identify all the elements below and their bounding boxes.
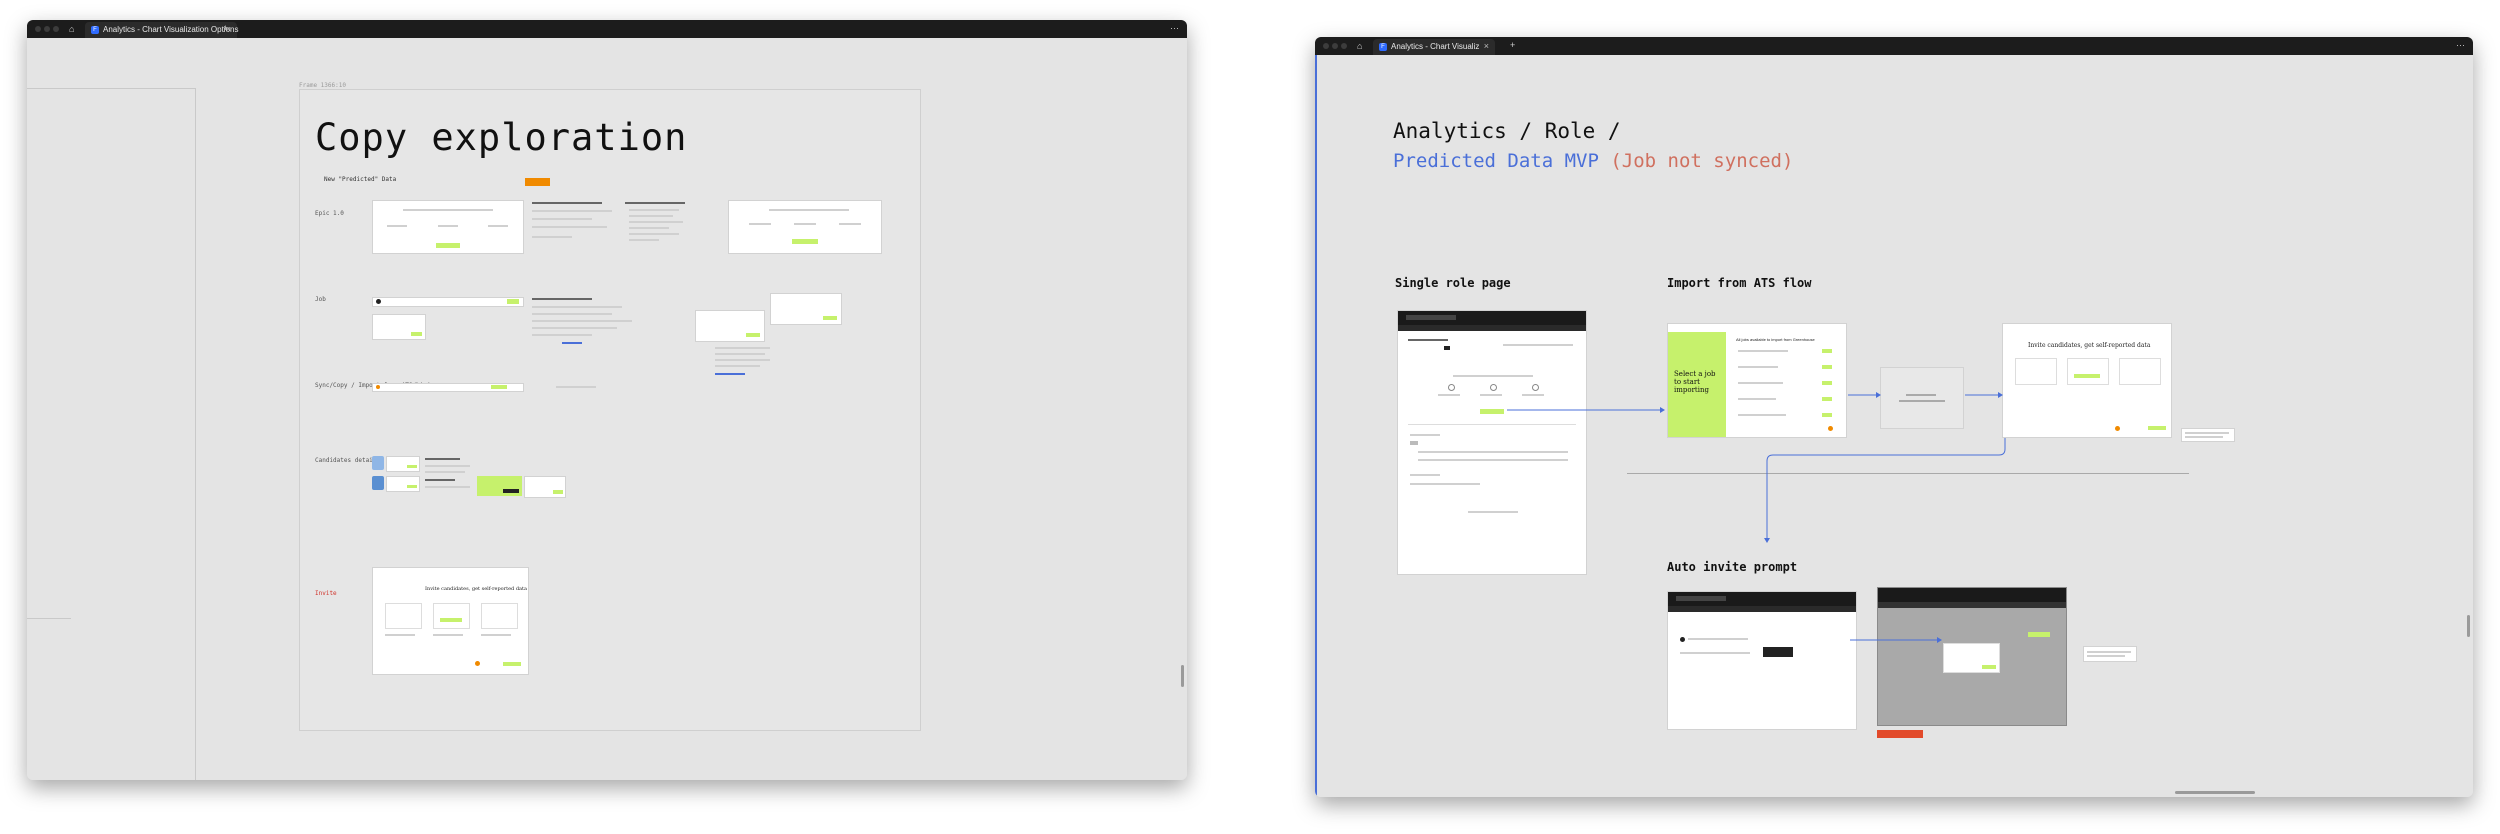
new-tab-button[interactable]: + xyxy=(1510,40,1515,50)
candidate-notes xyxy=(425,458,475,494)
candidate-avatar-1 xyxy=(372,456,384,470)
candidate-card-2[interactable] xyxy=(386,476,420,492)
connector-invite-to-auto xyxy=(1766,438,2006,538)
section-label-job: Job xyxy=(315,296,326,303)
page-subheading: New "Predicted" Data xyxy=(324,176,397,183)
left-active-tab[interactable]: F Analytics - Chart Visualization Option… xyxy=(85,22,239,38)
epic-card-2[interactable] xyxy=(728,200,882,254)
vertical-scrollbar[interactable] xyxy=(1181,665,1184,687)
vertical-scrollbar[interactable] xyxy=(2467,615,2470,637)
arrowhead-1 xyxy=(1660,407,1665,413)
maximize-window-button[interactable] xyxy=(53,26,59,32)
arrowhead-3 xyxy=(1998,392,2003,398)
new-tab-button[interactable]: + xyxy=(223,23,228,33)
arrowhead-2 xyxy=(1876,392,1881,398)
section-label-invite: Invite xyxy=(315,590,337,597)
tab-title: Analytics - Chart Visualization Options xyxy=(103,25,239,34)
horizontal-scrollbar[interactable] xyxy=(2175,791,2255,794)
epic-notes xyxy=(532,202,622,247)
left-title-bar: ⌂ F Analytics - Chart Visualization Opti… xyxy=(27,20,1187,38)
left-panel-frame xyxy=(27,88,196,780)
more-menu-icon[interactable]: ··· xyxy=(2456,40,2465,50)
panel-divider xyxy=(27,618,71,619)
tab-title: Analytics - Chart Visualization Options xyxy=(1391,42,1479,51)
flow-connectors xyxy=(1507,392,2006,643)
arrowhead-4 xyxy=(1764,538,1770,543)
maximize-window-button[interactable] xyxy=(1341,43,1347,49)
job-modal-2[interactable] xyxy=(695,310,765,342)
left-browser-window: ⌂ F Analytics - Chart Visualization Opti… xyxy=(27,20,1187,780)
page-heading: Copy exploration xyxy=(315,116,688,159)
design-canvas[interactable]: Frame 1366:10 Copy exploration New "Pred… xyxy=(27,38,1187,780)
section-label-epic: Epic 1.0 xyxy=(315,210,344,217)
right-browser-window: ⌂ F Analytics - Chart Visualization Opti… xyxy=(1315,37,2473,797)
section-label-candidates: Candidates details xyxy=(315,457,381,464)
epic-card-1[interactable] xyxy=(372,200,524,254)
sync-banner[interactable] xyxy=(372,383,524,392)
invite-mock-title: Invite candidates, get self-reported dat… xyxy=(425,586,527,592)
candidate-avatar-2 xyxy=(372,476,384,490)
close-window-button[interactable] xyxy=(1323,43,1329,49)
candidate-card-1[interactable] xyxy=(386,456,420,472)
figma-icon: F xyxy=(1379,43,1387,51)
frame-label: Frame 1366:10 xyxy=(299,82,346,89)
right-active-tab[interactable]: F Analytics - Chart Visualization Option… xyxy=(1373,39,1495,55)
minimize-window-button[interactable] xyxy=(44,26,50,32)
job-modal[interactable] xyxy=(372,314,426,340)
job-banner[interactable] xyxy=(372,297,524,307)
candidate-card-3[interactable] xyxy=(524,476,566,498)
candidate-highlight-card[interactable] xyxy=(477,476,522,496)
job-notes-2 xyxy=(715,347,775,383)
close-tab-icon[interactable]: × xyxy=(1484,41,1489,51)
invite-mock[interactable]: Invite candidates, get self-reported dat… xyxy=(372,567,529,675)
sync-note xyxy=(556,386,596,388)
right-title-bar: ⌂ F Analytics - Chart Visualization Opti… xyxy=(1315,37,2473,55)
figma-icon: F xyxy=(91,26,99,34)
home-icon[interactable]: ⌂ xyxy=(1357,41,1362,51)
job-modal-3[interactable] xyxy=(770,293,842,325)
design-canvas[interactable]: Analytics / Role / Predicted Data MVP (J… xyxy=(1315,55,2473,797)
epic-bullets xyxy=(625,202,695,250)
more-menu-icon[interactable]: ··· xyxy=(1170,23,1179,33)
minimize-window-button[interactable] xyxy=(1332,43,1338,49)
job-notes xyxy=(532,298,642,358)
copy-exploration-frame[interactable]: Copy exploration New "Predicted" Data Ep… xyxy=(299,89,921,731)
home-icon[interactable]: ⌂ xyxy=(69,24,74,34)
orange-label xyxy=(525,178,550,186)
close-window-button[interactable] xyxy=(35,26,41,32)
arrowhead-5 xyxy=(1937,637,1942,643)
